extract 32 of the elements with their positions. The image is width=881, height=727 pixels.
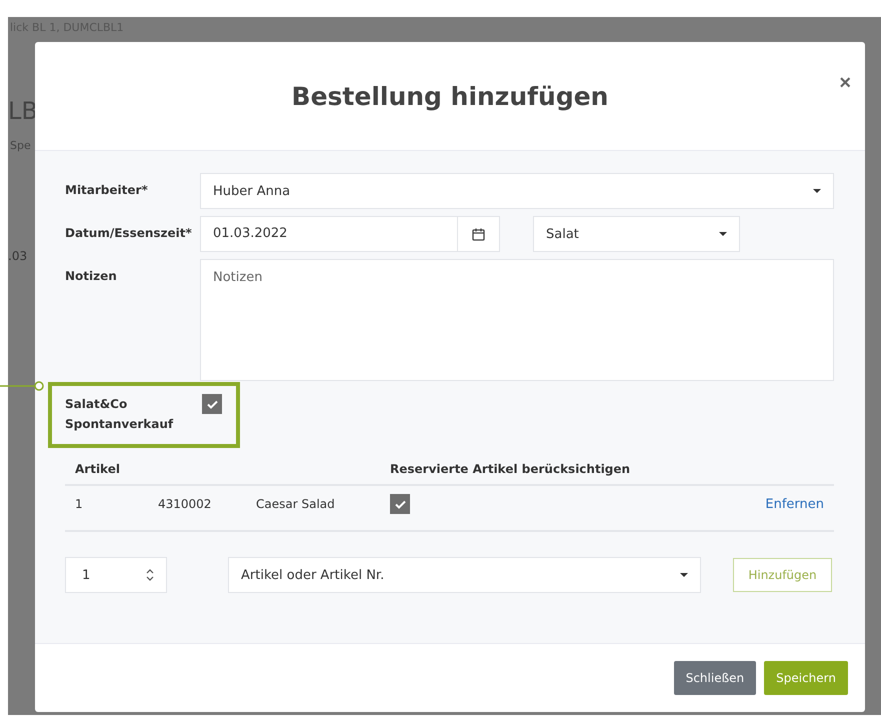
page-subtext: Spe — [10, 139, 31, 152]
remove-link[interactable]: Enfernen — [765, 496, 824, 512]
date-field[interactable]: 01.03.2022 — [200, 216, 458, 252]
notes-field[interactable]: Notizen — [200, 259, 834, 381]
check-icon — [394, 500, 406, 508]
table-cell-text: 4310002 — [158, 497, 212, 511]
spinner-icon — [146, 568, 154, 582]
checkbox[interactable] — [390, 494, 410, 514]
column-header: Reservierte Artikel berücksichtigen — [390, 462, 630, 476]
employee-select[interactable]: Huber Anna — [200, 173, 834, 209]
article-select[interactable]: Artikel oder Artikel Nr. — [228, 557, 701, 593]
page-heading: LB — [8, 97, 38, 125]
field-label: Mitarbeiter* — [65, 182, 149, 197]
field-label: Datum/Essenszeit* — [65, 225, 193, 240]
checkbox[interactable] — [202, 394, 222, 414]
close-dialog-button[interactable]: Schließen — [674, 661, 756, 695]
checkbox-label: Salat&Co Spontanverkauf — [65, 396, 174, 433]
caret-icon — [680, 573, 688, 577]
calendar-icon — [472, 228, 485, 240]
table-cell-text: 1 — [75, 497, 84, 511]
quantity-field[interactable]: 1 — [65, 557, 167, 593]
close-button[interactable]: × — [839, 72, 851, 95]
caret-icon — [719, 232, 727, 236]
table-cell: .03 — [8, 249, 28, 263]
field-label: Notizen — [65, 268, 118, 283]
calendar-button[interactable] — [458, 216, 500, 252]
check-icon — [206, 400, 218, 408]
dialog-title: Bestellung hinzufügen — [292, 82, 608, 110]
table-cell-text: Caesar Salad — [256, 497, 336, 511]
caret-icon — [813, 189, 821, 193]
meal-select[interactable]: Salat — [533, 216, 740, 252]
column-header: Artikel — [75, 462, 121, 476]
